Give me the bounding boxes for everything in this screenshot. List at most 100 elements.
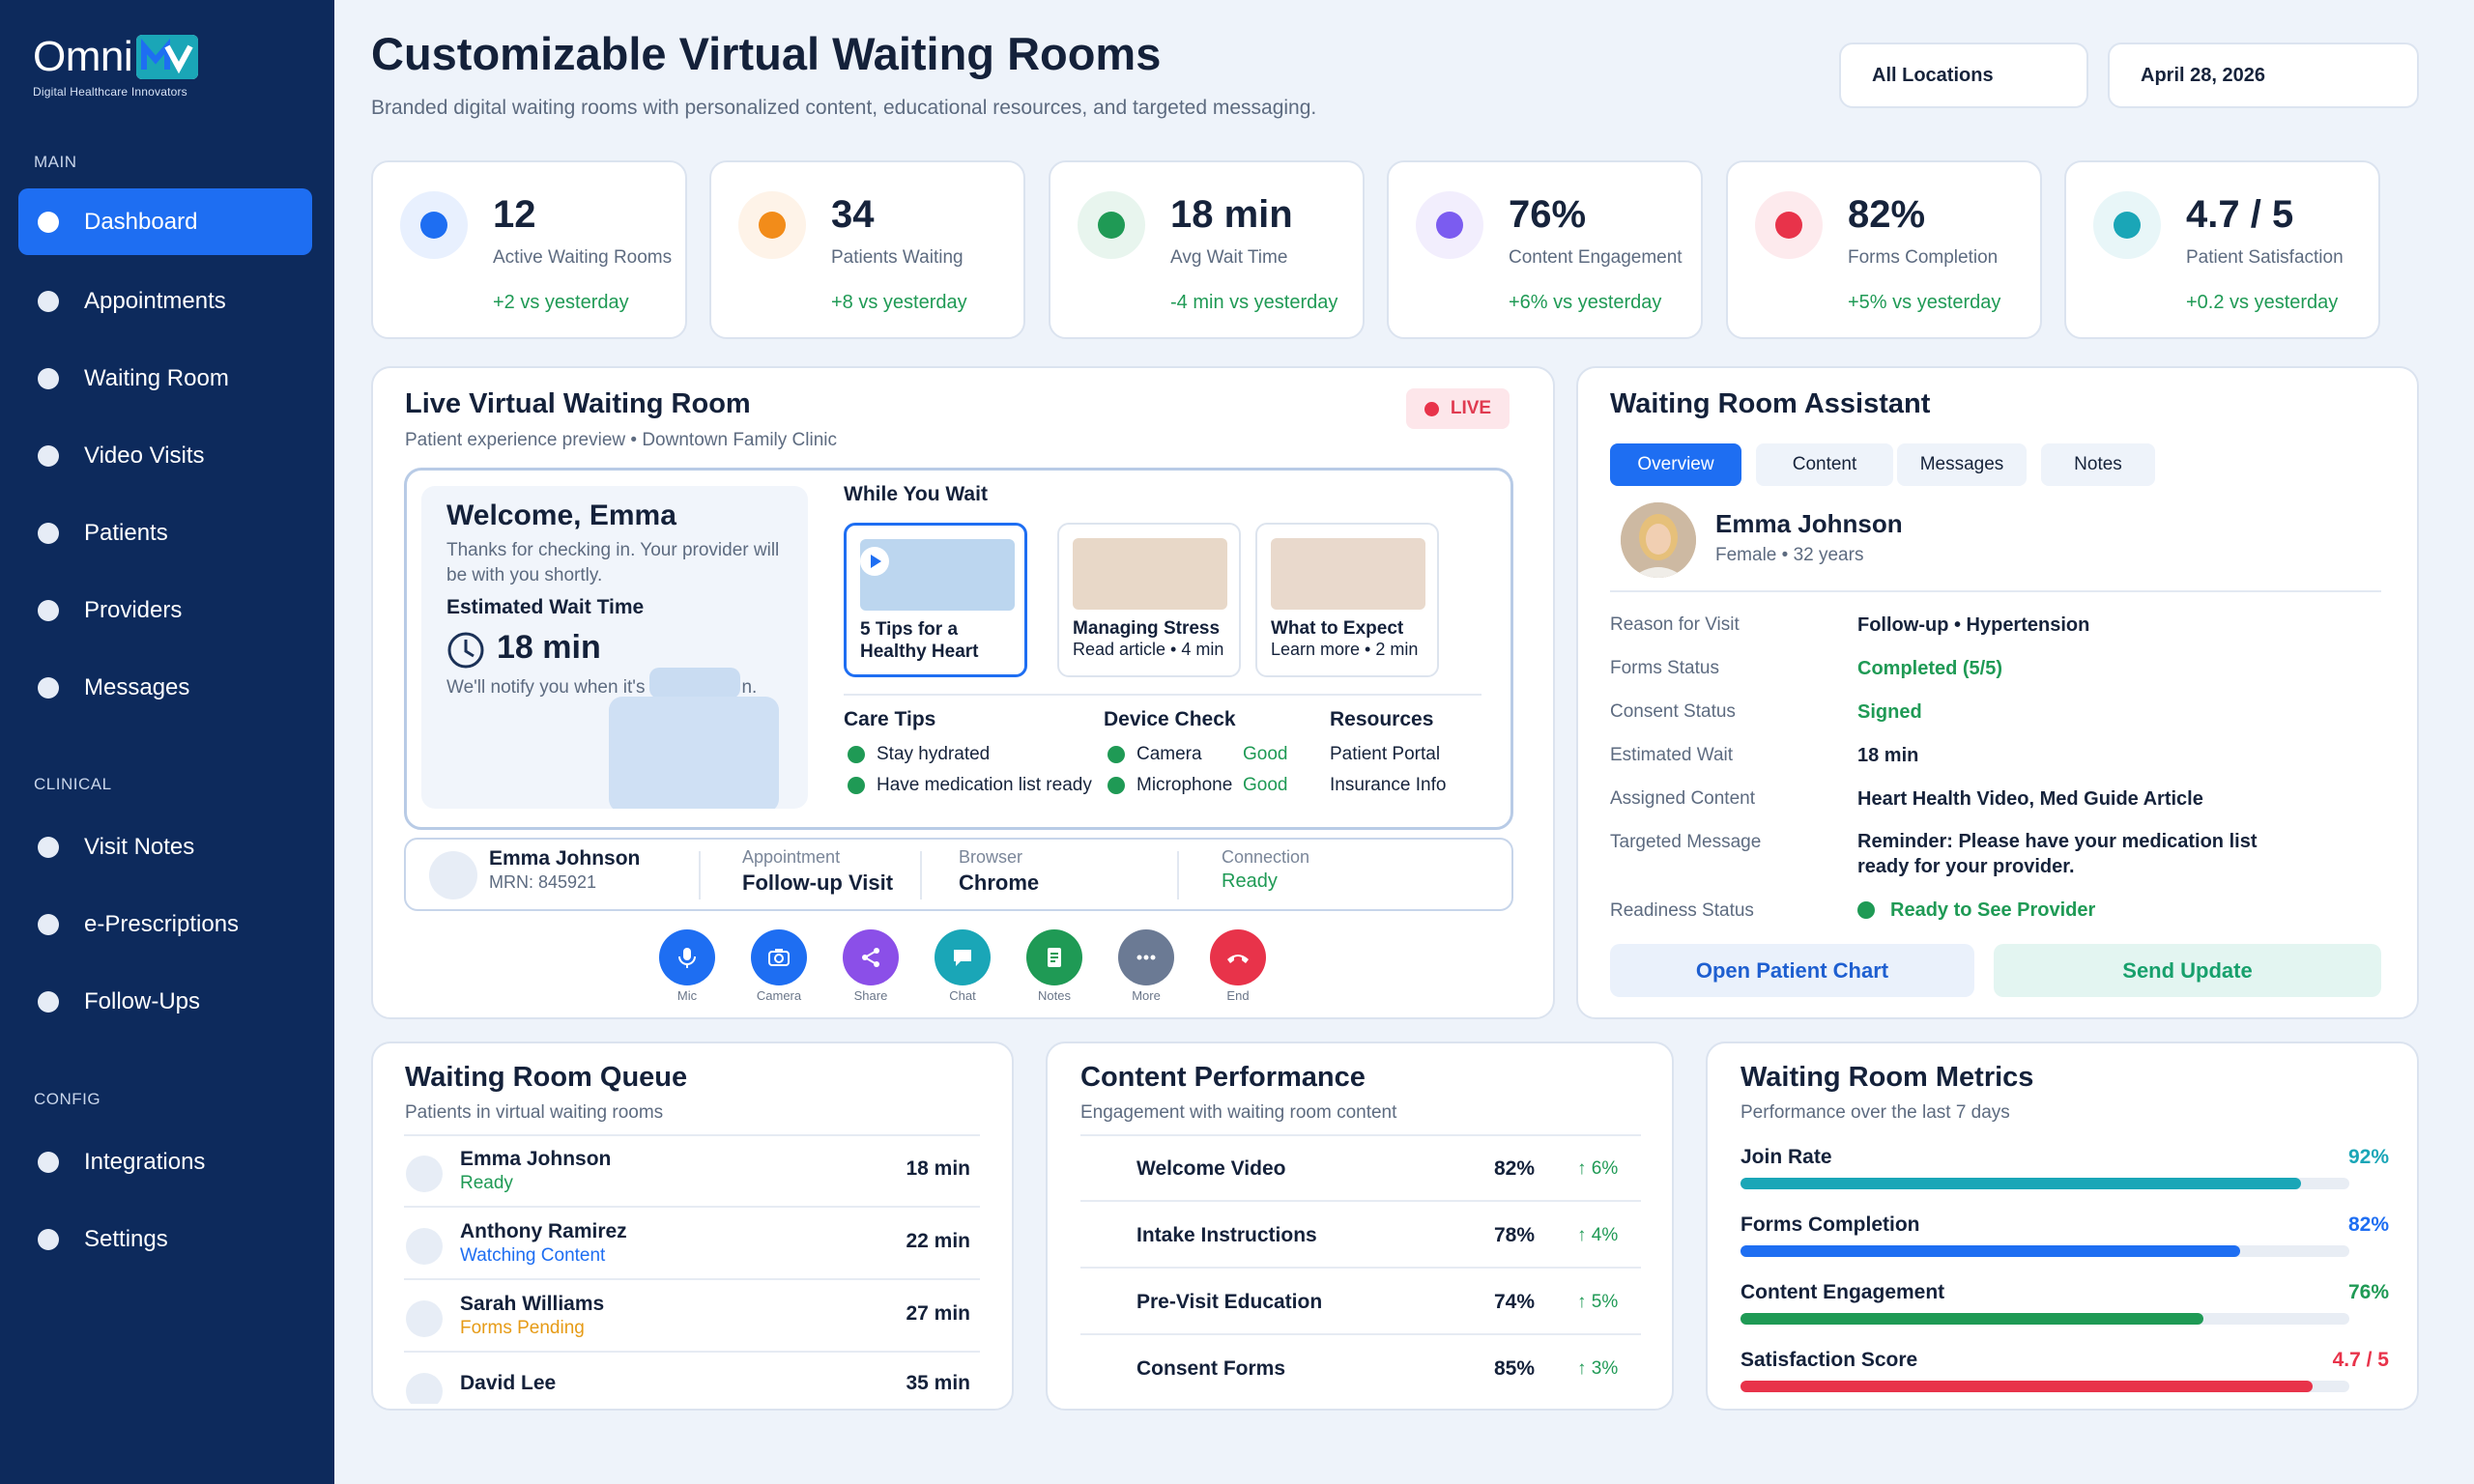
mic-icon xyxy=(678,948,696,968)
divider xyxy=(844,694,1482,696)
open-patient-chart-button[interactable]: Open Patient Chart xyxy=(1610,944,1974,997)
stat-value: 4.7 / 5 xyxy=(2186,193,2294,236)
stat-ring-icon xyxy=(738,191,806,259)
content-engagement-pct: 78% xyxy=(1494,1224,1536,1246)
table-row[interactable]: David Lee 35 min xyxy=(404,1354,980,1404)
content-name: Pre-Visit Education xyxy=(1136,1291,1323,1313)
share-label: Share xyxy=(853,988,888,1003)
sidebar: Omni Digital Healthcare Innovators MAIN … xyxy=(0,0,334,1484)
mic-button[interactable] xyxy=(659,929,715,985)
table-row[interactable]: Anthony Ramirez Watching Content 22 min xyxy=(404,1209,980,1280)
queue-wait-time: 18 min xyxy=(906,1157,970,1180)
sidebar-item-video-visits[interactable]: Video Visits xyxy=(18,422,312,489)
tab-content[interactable]: Content xyxy=(1756,443,1893,486)
metric-track xyxy=(1740,1178,2349,1189)
sidebar-item-dashboard[interactable]: Dashboard xyxy=(18,188,312,255)
avatar xyxy=(406,1228,443,1265)
nav-section-main: MAIN xyxy=(34,153,77,171)
content-engagement-delta: ↑ 5% xyxy=(1577,1292,1619,1312)
queue-wait-time: 22 min xyxy=(906,1230,970,1252)
notes-button[interactable] xyxy=(1026,929,1082,985)
patient-name: Emma Johnson xyxy=(489,847,641,870)
nav-dot-icon xyxy=(38,913,59,935)
location-select[interactable]: All Locations xyxy=(1839,43,2088,108)
field-value-assigned-content: Heart Health Video, Med Guide Article xyxy=(1857,788,2203,810)
sidebar-item-follow-ups[interactable]: Follow-Ups xyxy=(18,968,312,1035)
queue-patient-name: Sarah Williams xyxy=(460,1293,605,1315)
sidebar-item-integrations[interactable]: Integrations xyxy=(18,1128,312,1195)
stat-value: 76% xyxy=(1509,193,1587,236)
clock-icon xyxy=(446,631,485,674)
resource-link-patient-portal[interactable]: Patient Portal xyxy=(1330,744,1440,765)
field-value-reason: Follow-up • Hypertension xyxy=(1857,614,2090,636)
brand-logo[interactable]: Omni Digital Healthcare Innovators xyxy=(33,33,199,99)
list-item[interactable]: Welcome Video 82% ↑ 6% xyxy=(1080,1136,1641,1202)
stat-card-content-engagement: 76% Content Engagement +6% vs yesterday xyxy=(1387,160,1703,339)
nav-dot-icon xyxy=(38,990,59,1013)
chat-button[interactable] xyxy=(935,929,991,985)
resource-link-insurance-info[interactable]: Insurance Info xyxy=(1330,775,1446,796)
more-button[interactable] xyxy=(1118,929,1174,985)
list-item[interactable]: Pre-Visit Education 74% ↑ 5% xyxy=(1080,1270,1641,1335)
device-label: Microphone xyxy=(1136,775,1233,795)
metric-value: 92% xyxy=(2347,1146,2389,1168)
stat-delta: -4 min vs yesterday xyxy=(1170,292,1338,313)
table-row[interactable]: Sarah Williams Forms Pending 27 min xyxy=(404,1281,980,1353)
date-select[interactable]: April 28, 2026 xyxy=(2108,43,2419,108)
welcome-title: Welcome, Emma xyxy=(446,499,676,531)
sidebar-item-label: Video Visits xyxy=(84,442,205,469)
stat-delta: +6% vs yesterday xyxy=(1509,292,1662,313)
content-engagement-pct: 74% xyxy=(1494,1291,1536,1313)
field-label: Readiness Status xyxy=(1610,900,1754,921)
tab-overview[interactable]: Overview xyxy=(1610,443,1741,486)
live-room-subtitle: Patient experience preview • Downtown Fa… xyxy=(405,430,838,450)
while-you-wait-title: While You Wait xyxy=(844,483,988,505)
sidebar-item-messages[interactable]: Messages xyxy=(18,654,312,721)
sidebar-item-providers[interactable]: Providers xyxy=(18,577,312,643)
patient-name: Emma Johnson xyxy=(1715,509,1903,538)
sidebar-item-settings[interactable]: Settings xyxy=(18,1206,312,1272)
tab-notes[interactable]: Notes xyxy=(2041,443,2155,486)
sidebar-item-label: Providers xyxy=(84,596,183,623)
list-item[interactable]: Consent Forms 85% ↑ 3% xyxy=(1080,1336,1641,1402)
stat-ring-icon xyxy=(2093,191,2161,259)
nav-dot-icon xyxy=(38,444,59,467)
content-card-subtitle: Read article • 4 min xyxy=(1073,640,1224,659)
queue-patient-name: Anthony Ramirez xyxy=(460,1220,627,1242)
tab-messages[interactable]: Messages xyxy=(1897,443,2027,486)
share-button[interactable] xyxy=(843,929,899,985)
appointment-label: Appointment xyxy=(742,847,841,867)
queue-subtitle: Patients in virtual waiting rooms xyxy=(405,1102,664,1123)
brand-tagline: Digital Healthcare Innovators xyxy=(33,85,187,99)
patient-mrn: MRN: 845921 xyxy=(489,872,597,892)
care-tips-title: Care Tips xyxy=(844,708,936,730)
stat-card-patients-waiting: 34 Patients Waiting +8 vs yesterday xyxy=(709,160,1025,339)
camera-button[interactable] xyxy=(751,929,807,985)
field-value-forms-status: Completed (5/5) xyxy=(1857,658,2003,679)
sidebar-item-patients[interactable]: Patients xyxy=(18,499,312,566)
table-row[interactable]: Emma Johnson Ready 18 min xyxy=(404,1136,980,1208)
assistant-title: Waiting Room Assistant xyxy=(1610,388,1931,419)
avatar xyxy=(406,1300,443,1337)
camera-label: Camera xyxy=(756,988,802,1003)
camera-icon xyxy=(768,949,790,966)
send-update-button[interactable]: Send Update xyxy=(1994,944,2381,997)
end-call-button[interactable] xyxy=(1210,929,1266,985)
play-icon xyxy=(860,547,889,576)
stat-dot-icon xyxy=(1098,212,1125,239)
content-card-healthy-heart[interactable]: 5 Tips for a Healthy Heart xyxy=(844,523,1027,677)
stat-card-patient-satisfaction: 4.7 / 5 Patient Satisfaction +0.2 vs yes… xyxy=(2064,160,2380,339)
share-icon xyxy=(862,948,879,967)
content-card-managing-stress[interactable]: Managing Stress Read article • 4 min xyxy=(1057,523,1241,677)
sidebar-item-appointments[interactable]: Appointments xyxy=(18,268,312,334)
nav-dot-icon xyxy=(38,367,59,389)
content-card-what-to-expect[interactable]: What to Expect Learn more • 2 min xyxy=(1255,523,1439,677)
sidebar-item-waiting-room[interactable]: Waiting Room xyxy=(18,345,312,412)
sidebar-item-e-prescriptions[interactable]: e-Prescriptions xyxy=(18,891,312,957)
sidebar-item-visit-notes[interactable]: Visit Notes xyxy=(18,813,312,880)
content-name: Intake Instructions xyxy=(1136,1224,1317,1246)
content-performance-subtitle: Engagement with waiting room content xyxy=(1080,1102,1397,1123)
resources-title: Resources xyxy=(1330,708,1434,730)
metric-value: 4.7 / 5 xyxy=(2332,1349,2389,1371)
list-item[interactable]: Intake Instructions 78% ↑ 4% xyxy=(1080,1203,1641,1269)
